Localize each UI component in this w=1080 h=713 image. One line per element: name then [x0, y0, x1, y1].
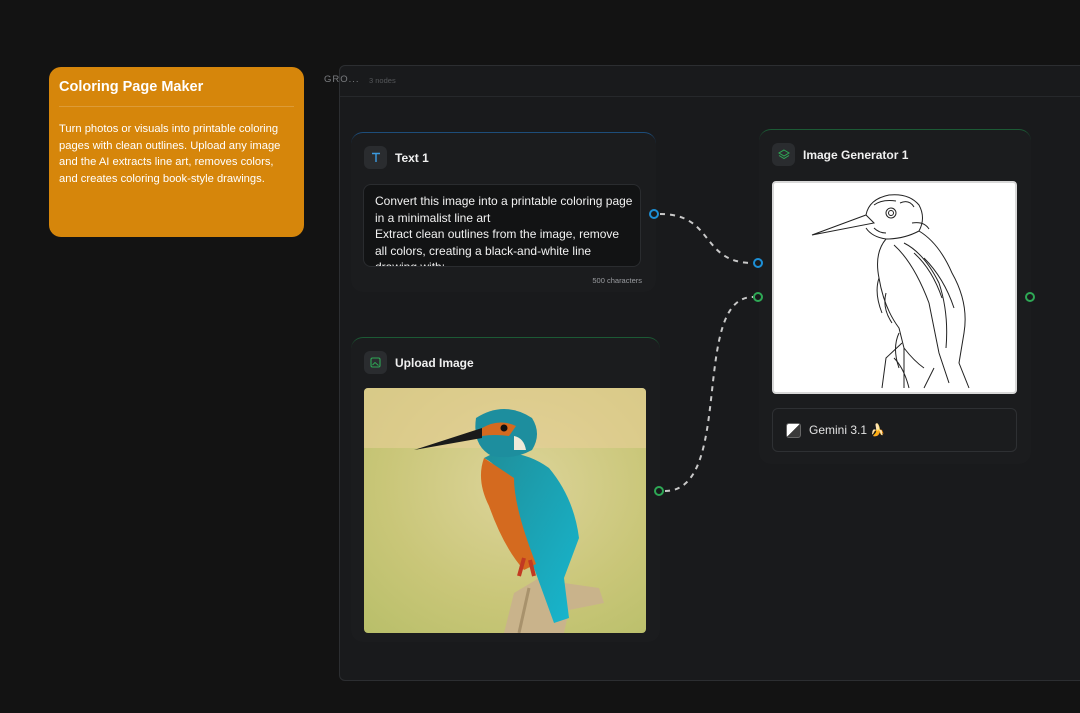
upload-output-port[interactable]: [654, 486, 664, 496]
prompt-line: in a minimalist line art: [375, 210, 491, 225]
layers-icon: [772, 143, 795, 166]
upload-image-node[interactable]: Upload Image: [351, 337, 660, 642]
text-node[interactable]: Text 1 Convert this image into a printab…: [351, 132, 656, 292]
model-selector[interactable]: Gemini 3.1 🍌: [772, 408, 1017, 452]
prompt-line: Extract clean outlines from the image, r…: [375, 227, 620, 241]
prompt-textarea[interactable]: Convert this image into a printable colo…: [363, 184, 641, 267]
generator-image-input-port[interactable]: [753, 292, 763, 302]
model-name: Gemini 3.1 🍌: [809, 423, 886, 437]
edge-text-to-generator: [659, 213, 754, 264]
generator-node-title: Image Generator 1: [803, 147, 909, 162]
uploaded-kingfisher-photo[interactable]: [364, 388, 646, 633]
generator-output-port[interactable]: [1025, 292, 1035, 302]
text-output-port[interactable]: [649, 209, 659, 219]
image-icon: [364, 351, 387, 374]
character-count: 500 characters: [592, 276, 642, 285]
edge-image-to-generator: [664, 296, 754, 492]
prompt-line: drawing with:: [375, 260, 446, 267]
text-T-icon: [364, 146, 387, 169]
prompt-line: all colors, creating a black-and-white l…: [375, 243, 592, 258]
upload-node-title: Upload Image: [395, 355, 474, 370]
text-node-title: Text 1: [395, 150, 429, 165]
generator-prompt-input-port[interactable]: [753, 258, 763, 268]
prompt-line: Convert this image into a printable colo…: [375, 194, 633, 208]
workflow-canvas[interactable]: Coloring Page Maker Turn photos or visua…: [0, 0, 1080, 713]
gemini-logo-icon: [786, 422, 801, 438]
generated-line-art[interactable]: [772, 181, 1017, 394]
image-generator-node[interactable]: Image Generator 1 Gemini 3.1 🍌: [759, 129, 1031, 464]
